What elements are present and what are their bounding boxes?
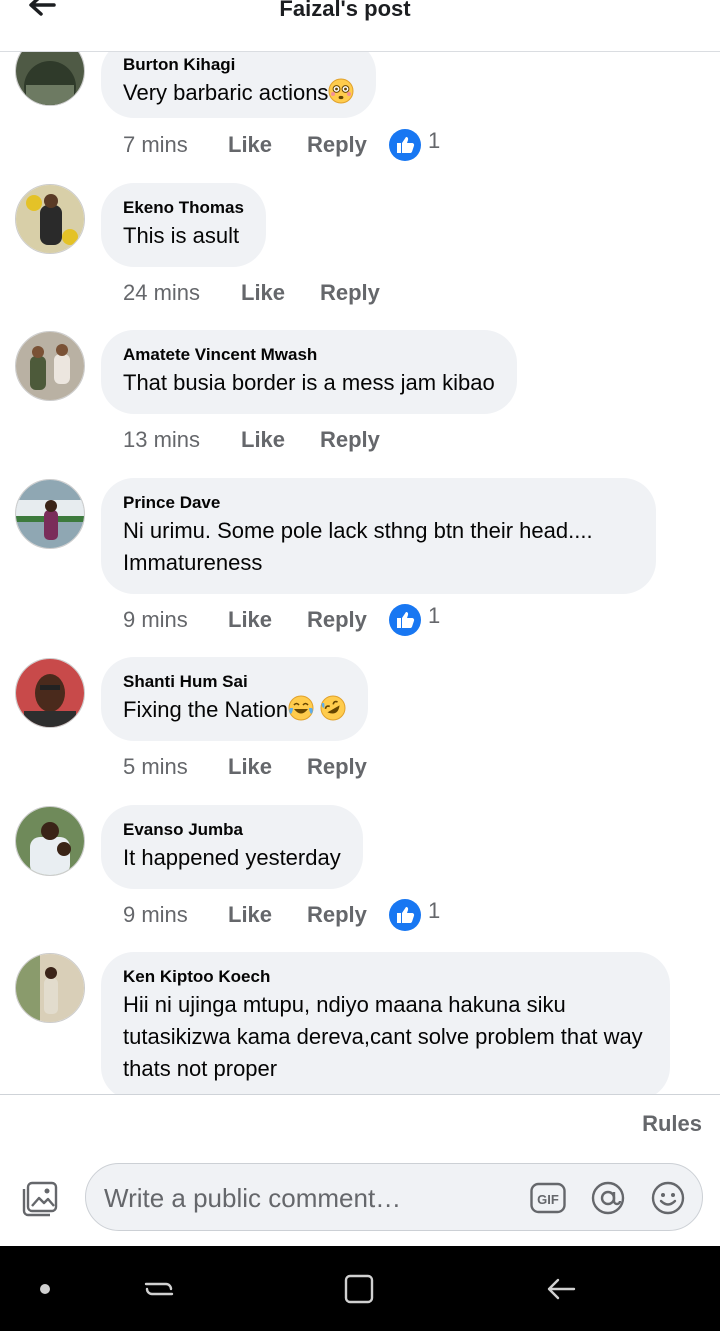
comment-text: This is asult xyxy=(123,223,240,248)
comment-author[interactable]: Evanso Jumba xyxy=(123,820,341,840)
avatar[interactable] xyxy=(15,658,85,728)
comment-author[interactable]: Burton Kihagi xyxy=(123,55,354,75)
reaction-summary[interactable]: 1 xyxy=(388,128,448,162)
comment-author[interactable]: Prince Dave xyxy=(123,493,634,513)
comment-bubble: Amatete Vincent Mwash That busia border … xyxy=(101,330,517,414)
recent-apps-icon[interactable] xyxy=(142,1272,176,1306)
back-nav-icon[interactable] xyxy=(544,1272,578,1306)
comment-time: 9 mins xyxy=(123,902,188,927)
comment-list: Burton Kihagi Very barbaric actions 7 mi… xyxy=(0,52,720,1094)
like-button[interactable]: Like xyxy=(241,280,285,306)
comment-time: 9 mins xyxy=(123,607,188,632)
reaction-count: 1 xyxy=(428,128,441,153)
avatar[interactable] xyxy=(15,184,85,254)
comment-composer: Rules Write a public comment… GIF xyxy=(0,1094,720,1247)
system-nav-bar xyxy=(0,1246,720,1331)
comment-author[interactable]: Shanti Hum Sai xyxy=(123,672,346,692)
comment-time: 5 mins xyxy=(123,754,188,779)
reply-button[interactable]: Reply xyxy=(320,280,380,306)
thumbs-up-icon xyxy=(388,128,422,168)
reply-button[interactable]: Reply xyxy=(320,427,380,453)
rules-link[interactable]: Rules xyxy=(642,1111,702,1137)
like-button[interactable]: Like xyxy=(241,427,285,453)
avatar[interactable] xyxy=(15,806,85,876)
gif-icon[interactable]: GIF xyxy=(530,1180,566,1216)
page-title: Faizal's post xyxy=(279,0,411,21)
comment-input-placeholder: Write a public comment… xyxy=(104,1183,402,1213)
comment-bubble: Burton Kihagi Very barbaric actions xyxy=(101,52,377,118)
comment-time: 24 mins xyxy=(123,280,201,305)
comment-text: Ni urimu. Some pole lack sthng btn their… xyxy=(123,518,593,575)
reaction-count: 1 xyxy=(428,898,441,923)
reply-button[interactable]: Reply xyxy=(307,132,367,158)
comment-text: Fixing the Nation xyxy=(123,694,346,726)
reply-button[interactable]: Reply xyxy=(307,607,367,633)
comment-bubble: Ekeno Thomas This is asult xyxy=(101,183,266,267)
reply-button[interactable]: Reply xyxy=(307,754,367,780)
avatar[interactable] xyxy=(15,52,85,106)
tears-of-joy-emoji-icon xyxy=(288,695,314,721)
like-button[interactable]: Like xyxy=(228,754,272,780)
comment-bubble: Shanti Hum Sai Fixing the Nation xyxy=(101,657,369,741)
smiley-icon[interactable] xyxy=(650,1180,686,1216)
header: Faizal's post xyxy=(0,0,720,52)
reaction-summary[interactable]: 1 xyxy=(388,603,448,637)
comment-time: 13 mins xyxy=(123,427,201,452)
comment-author[interactable]: Amatete Vincent Mwash xyxy=(123,345,495,365)
comment-author[interactable]: Ekeno Thomas xyxy=(123,198,244,218)
nav-dot-icon[interactable] xyxy=(28,1272,62,1306)
like-button[interactable]: Like xyxy=(228,607,272,633)
comment-input[interactable]: Write a public comment… GIF xyxy=(85,1163,703,1231)
home-icon[interactable] xyxy=(342,1272,376,1306)
like-button[interactable]: Like xyxy=(228,902,272,928)
flushed-emoji-icon xyxy=(328,78,354,104)
comment-author[interactable]: Ken Kiptoo Koech xyxy=(123,967,648,987)
comment-bubble: Evanso Jumba It happened yesterday xyxy=(101,805,363,889)
gif-label: GIF xyxy=(537,1192,559,1207)
comment-bubble: Prince Dave Ni urimu. Some pole lack sth… xyxy=(101,478,656,594)
comment-text: Very barbaric actions xyxy=(123,77,354,109)
comment-text: It happened yesterday xyxy=(123,845,341,870)
reaction-count: 1 xyxy=(428,603,441,628)
comment-bubble: Ken Kiptoo Koech Hii ni ujinga mtupu, nd… xyxy=(101,952,670,1094)
like-button[interactable]: Like xyxy=(228,132,272,158)
avatar[interactable] xyxy=(15,953,85,1023)
reply-button[interactable]: Reply xyxy=(307,902,367,928)
comment-text: Hii ni ujinga mtupu, ndiyo maana hakuna … xyxy=(123,992,643,1081)
avatar[interactable] xyxy=(15,479,85,549)
rofl-emoji-icon xyxy=(320,695,346,721)
reaction-summary[interactable]: 1 xyxy=(388,898,448,932)
comment-text: That busia border is a mess jam kibao xyxy=(123,370,495,395)
avatar[interactable] xyxy=(15,331,85,401)
thumbs-up-icon xyxy=(388,898,422,938)
comment-time: 7 mins xyxy=(123,132,188,157)
at-sign-icon[interactable] xyxy=(590,1180,626,1216)
photo-icon[interactable] xyxy=(22,1181,60,1217)
thumbs-up-icon xyxy=(388,603,422,643)
